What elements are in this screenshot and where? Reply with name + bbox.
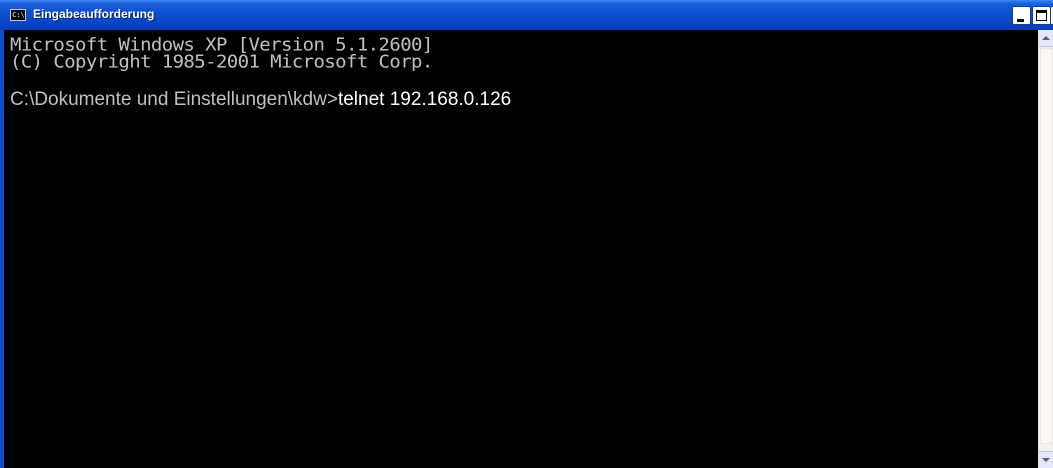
scroll-thumb[interactable]	[1040, 48, 1053, 444]
arrow-down-icon	[1042, 458, 1050, 462]
title-bar[interactable]: C:\ Eingabeaufforderung ×	[0, 0, 1053, 30]
window-title: Eingabeaufforderung	[33, 7, 155, 21]
command-prompt-icon[interactable]: C:\	[10, 9, 26, 21]
console-output[interactable]: Microsoft Windows XP [Version 5.1.2600] …	[0, 30, 1038, 468]
console-line: (C) Copyright 1985-2001 Microsoft Corp.	[10, 51, 433, 72]
prompt-line: C:\Dokumente und Einstellungen\kdw>telne…	[10, 89, 511, 111]
prompt-command: telnet 192.168.0.126	[337, 89, 512, 110]
maximize-icon	[1036, 10, 1047, 21]
scroll-up-button[interactable]	[1039, 30, 1053, 47]
arrow-up-icon	[1042, 36, 1050, 40]
minimize-icon	[1017, 19, 1024, 22]
prompt-path: C:\Dokumente und Einstellungen\kdw>	[10, 89, 338, 110]
vertical-scrollbar[interactable]	[1038, 30, 1053, 468]
command-prompt-window: C:\ Eingabeaufforderung × Microsoft Wind…	[0, 0, 1053, 468]
maximize-button[interactable]	[1032, 6, 1051, 25]
scroll-down-button[interactable]	[1039, 451, 1053, 468]
minimize-button[interactable]	[1012, 6, 1031, 25]
